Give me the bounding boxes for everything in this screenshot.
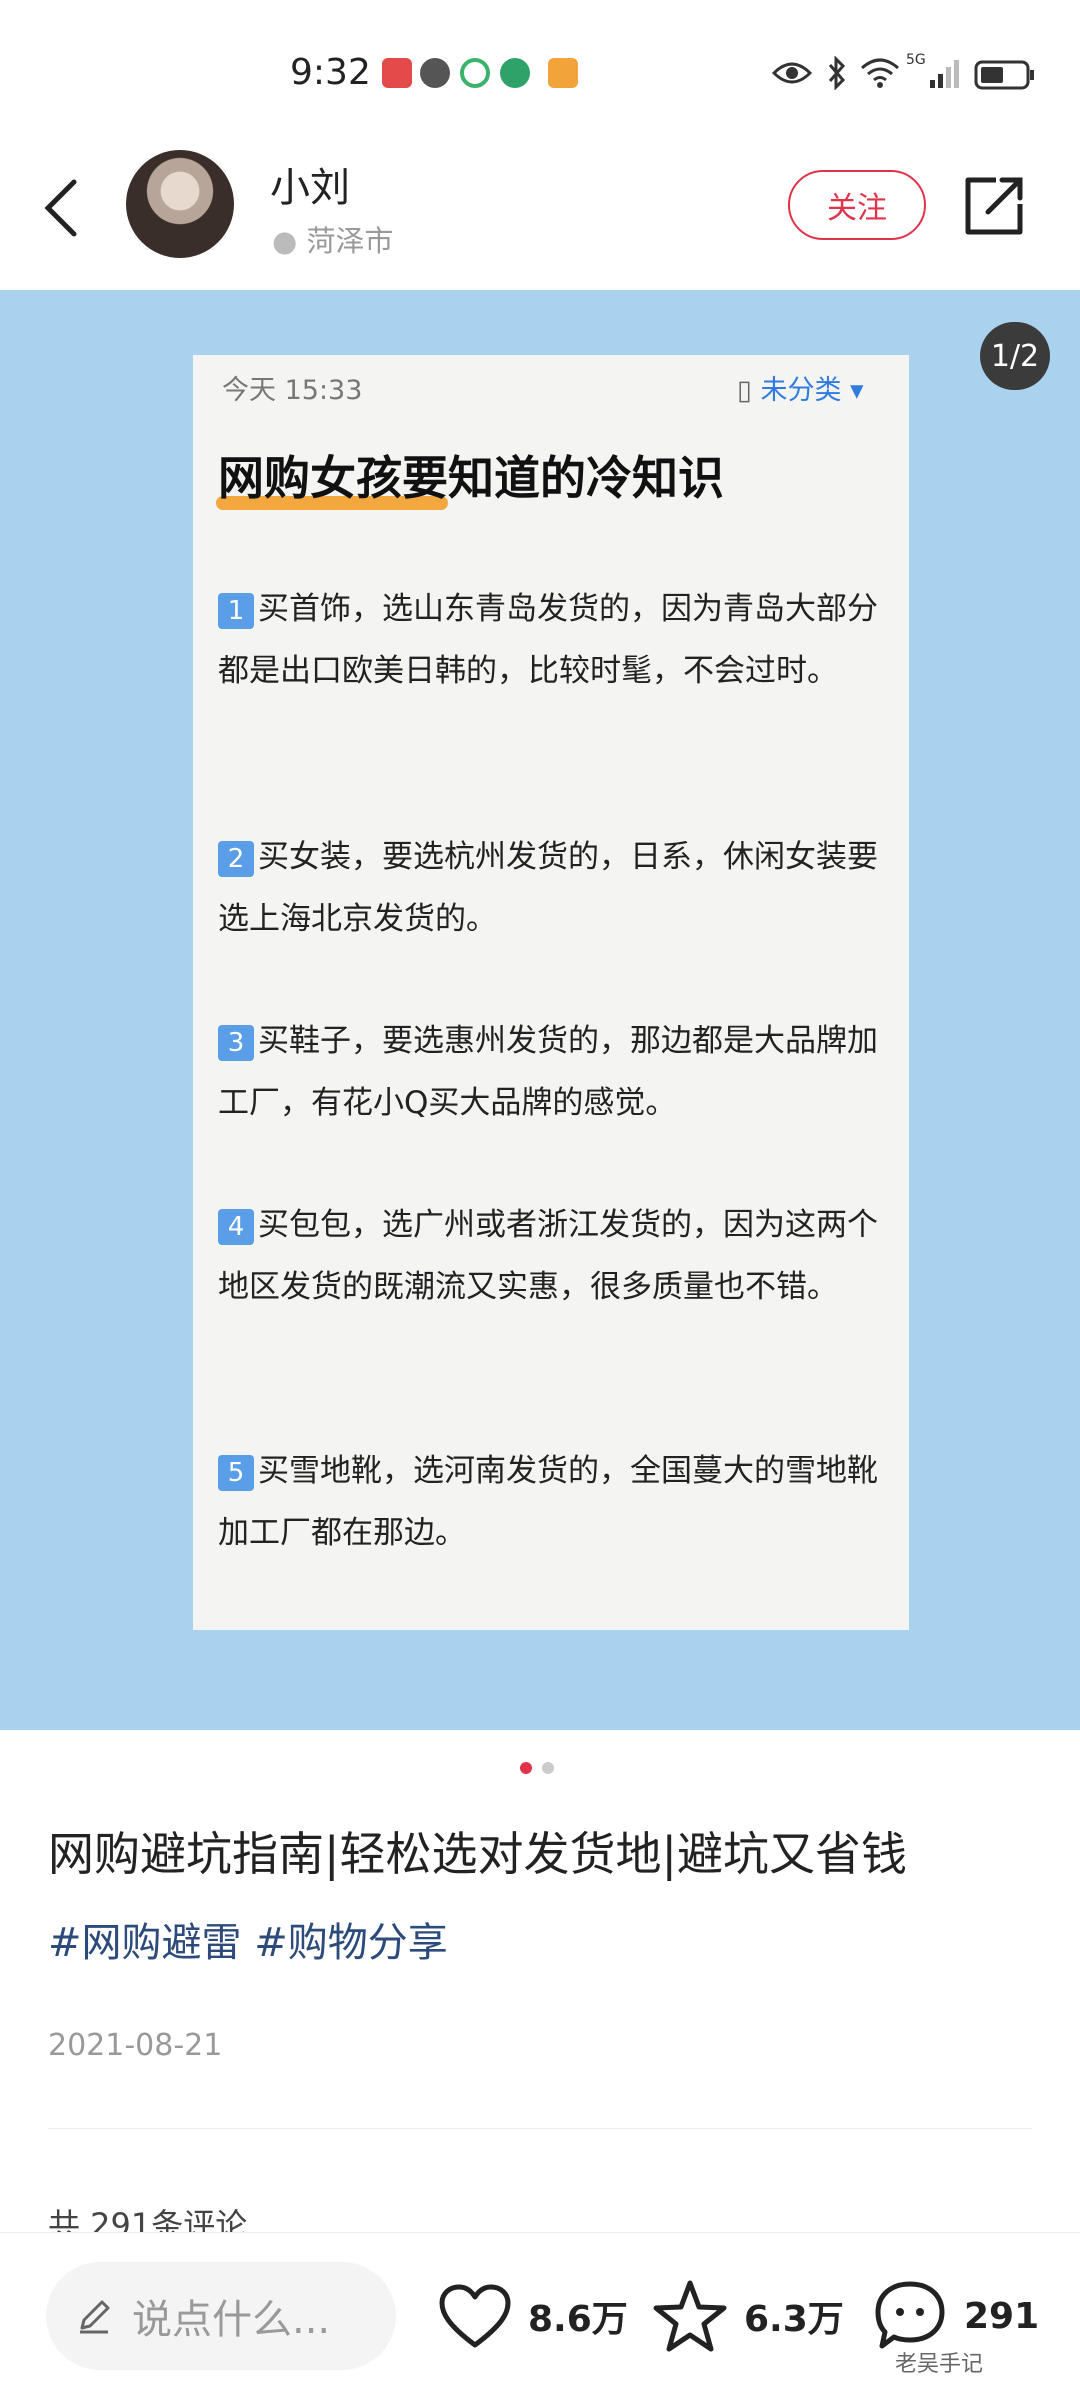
location-pin-icon: ● [272, 224, 298, 258]
pencil-icon [80, 2300, 110, 2334]
signal-icon [930, 60, 959, 88]
share-icon[interactable] [962, 174, 1026, 238]
note-item-text: 买首饰，选山东青岛发货的，因为青岛大部分都是出口欧美日韩的，比较时髦，不会过时。 [218, 591, 878, 689]
pagination-dot-active [520, 1762, 532, 1774]
jd-app-icon [548, 58, 578, 88]
note-book-icon: ▯ [737, 375, 752, 406]
post-date: 2021-08-21 [48, 2028, 223, 2063]
wechat-icon [420, 58, 450, 88]
post-title: 网购避坑指南|轻松选对发货地|避坑又省钱 [48, 1827, 907, 1881]
username[interactable]: 小刘 [270, 155, 350, 213]
note-title: 网购女孩要知道的冷知识 [218, 451, 724, 505]
note-time: 今天 15:33 [222, 375, 363, 406]
note-item: 3 买鞋子，要选惠州发货的，那边都是大品牌加工厂，有花小Q买大品牌的感觉。 [218, 1010, 886, 1134]
favorite-button[interactable]: 6.3万 [652, 2270, 844, 2362]
note-item-text: 买女装，要选杭州发货的，日系，休闲女装要选上海北京发货的。 [218, 839, 878, 937]
pagination-dot [542, 1762, 554, 1774]
note-item-number: 5 [218, 1454, 254, 1491]
like-button[interactable]: 8.6万 [438, 2270, 628, 2362]
comment-bubble-icon [875, 2281, 945, 2349]
note-item: 5 买雪地靴，选河南发货的，全国蔓大的雪地靴加工厂都在那边。 [218, 1440, 886, 1564]
note-category: ▯ 未分类 ▾ [737, 368, 864, 407]
note-item: 2 买女装，要选杭州发货的，日系，休闲女装要选上海北京发货的。 [218, 826, 886, 950]
green-app-icon [500, 58, 530, 88]
location: ● 菏泽市 [272, 218, 394, 260]
watermark: 老吴手记 [895, 2352, 984, 2377]
avatar[interactable] [126, 150, 234, 258]
note-item: 4 买包包，选广州或者浙江发货的，因为这两个地区发货的既潮流又实惠，很多质量也不错… [218, 1194, 886, 1318]
note-item-text: 买包包，选广州或者浙江发货的，因为这两个地区发货的既潮流又实惠，很多质量也不错。 [218, 1207, 878, 1305]
sync-icon [460, 58, 490, 88]
battery-icon [974, 60, 1034, 90]
divider [48, 2128, 1032, 2129]
pagination-dots [520, 1762, 560, 1774]
network-label: 5G [906, 52, 926, 68]
note-category-label: 未分类 [760, 375, 842, 406]
note-item-text: 买鞋子，要选惠州发货的，那边都是大品牌加工厂，有花小Q买大品牌的感觉。 [218, 1023, 878, 1121]
note-item-number: 4 [218, 1208, 254, 1245]
bluetooth-icon [828, 56, 846, 90]
book-app-icon [382, 58, 412, 88]
location-label: 菏泽市 [306, 224, 394, 258]
note-item: 1 买首饰，选山东青岛发货的，因为青岛大部分都是出口欧美日韩的，比较时髦，不会过时… [218, 578, 886, 702]
dropdown-triangle-icon: ▾ [850, 375, 864, 406]
image-counter: 1/2 [980, 322, 1050, 390]
note-item-text: 买雪地靴，选河南发货的，全国蔓大的雪地靴加工厂都在那边。 [218, 1453, 878, 1551]
eye-icon [772, 62, 812, 84]
wifi-icon [861, 58, 899, 88]
status-bar: 9:32 5G [0, 0, 1080, 130]
note-item-number: 2 [218, 840, 254, 877]
note-item-number: 1 [218, 592, 254, 629]
comment-total: 291 [964, 2295, 1040, 2337]
star-icon [653, 2280, 727, 2352]
heart-icon [439, 2284, 511, 2348]
like-count: 8.6万 [528, 2299, 628, 2340]
back-arrow-icon[interactable] [42, 178, 82, 238]
comment-input-placeholder: 说点什么... [132, 2297, 331, 2343]
note-item-number: 3 [218, 1024, 254, 1061]
hashtags[interactable]: #网购避雷 #购物分享 [48, 1910, 448, 1968]
favorite-count: 6.3万 [744, 2299, 844, 2340]
follow-button[interactable]: 关注 [788, 170, 926, 240]
status-time: 9:32 [290, 52, 371, 93]
comment-input[interactable]: 说点什么... [46, 2262, 396, 2370]
note-screenshot [193, 355, 909, 1630]
